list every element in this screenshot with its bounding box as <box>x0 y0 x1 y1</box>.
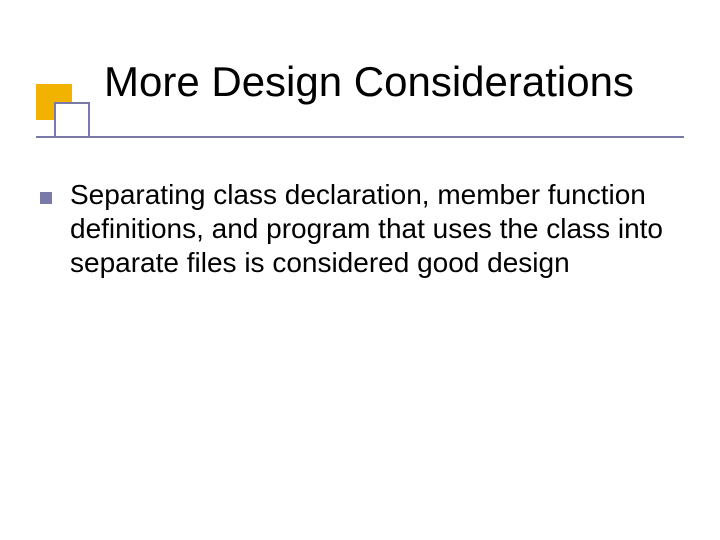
body-block: Separating class declaration, member fun… <box>40 178 680 280</box>
slide: More Design Considerations Separating cl… <box>0 0 720 540</box>
title-decoration <box>36 84 90 138</box>
slide-title: More Design Considerations <box>104 58 634 106</box>
bullet-square-icon <box>40 192 52 204</box>
square-outline-icon <box>54 102 90 138</box>
bullet-item: Separating class declaration, member fun… <box>40 178 680 280</box>
bullet-text: Separating class declaration, member fun… <box>70 178 680 280</box>
title-underline <box>36 136 684 138</box>
